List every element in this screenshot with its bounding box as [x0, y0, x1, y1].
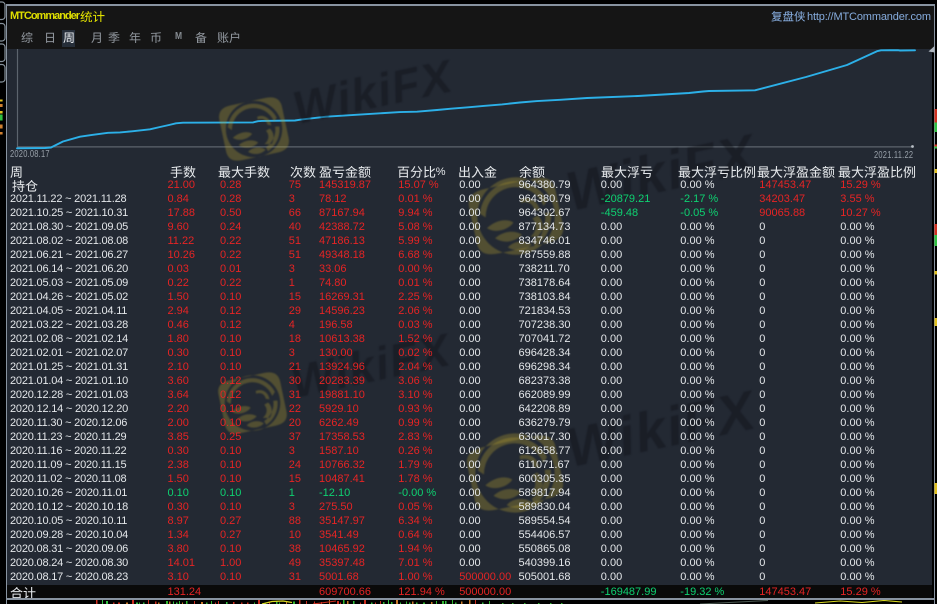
svg-text:WikiFX: WikiFX	[288, 49, 458, 134]
